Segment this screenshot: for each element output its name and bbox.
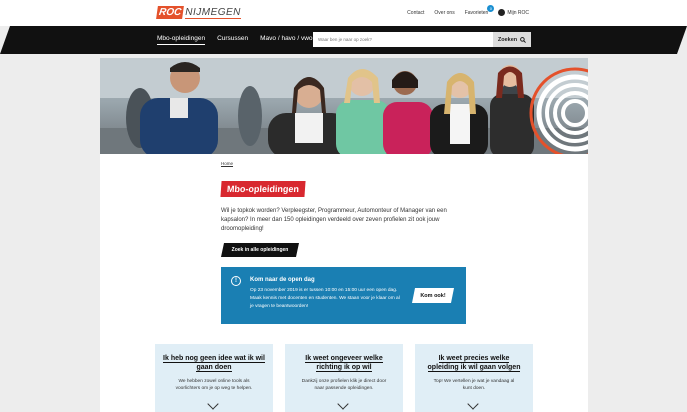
search-all-programs-button[interactable]: Zoek in alle opleidingen xyxy=(221,243,299,257)
choice-cards: Ik heb nog geen idee wat ik wil gaan doe… xyxy=(155,344,533,412)
search-icon xyxy=(520,36,527,43)
choice-card-know-exactly[interactable]: Ik weet precies welke opleiding ik wil g… xyxy=(415,344,533,412)
favorites-count-badge: 0 xyxy=(487,4,495,12)
card-text: Top! We vertellen je wat je vandaag al k… xyxy=(433,379,515,391)
open-day-title: Kom naar de open dag xyxy=(250,277,315,283)
hero-image xyxy=(100,58,588,154)
nav-item-mbo-opleidingen[interactable]: Mbo-opleidingen xyxy=(157,35,206,45)
roc-nijmegen-logo[interactable]: ROC NIJMEGEN xyxy=(156,6,241,19)
open-day-text: Op 23 november 2019 is er tussen 10:00 e… xyxy=(250,288,400,309)
logo-mark: ROC xyxy=(156,6,185,19)
page-title: Mbo-opleidingen xyxy=(220,181,306,197)
favorites-label: Favorieten xyxy=(464,9,489,16)
top-links: Contact Over ons Favorieten 0 Mijn ROC xyxy=(407,4,529,16)
info-icon: ! xyxy=(231,276,241,286)
content-panel: Home Mbo-opleidingen Wil je topkok worde… xyxy=(100,58,588,412)
nav-items: Mbo-opleidingen Cursussen Mavo / havo / … xyxy=(157,35,313,45)
card-title-text: Ik weet ongeveer welke richting ik op wi… xyxy=(305,355,383,372)
nav-item-cursussen[interactable]: Cursussen xyxy=(217,35,248,45)
contact-link[interactable]: Contact xyxy=(407,10,424,16)
open-day-banner: ! Kom naar de open dag Op 23 november 20… xyxy=(221,267,466,324)
favorites-link[interactable]: Favorieten 0 xyxy=(464,4,495,16)
logo-name: NIJMEGEN xyxy=(185,6,241,19)
nav-left-edge xyxy=(0,26,10,54)
search-bar: Zoeken xyxy=(313,32,531,47)
account-label: Mijn ROC xyxy=(507,9,529,16)
chevron-down-icon xyxy=(207,398,219,410)
choice-card-no-idea[interactable]: Ik heb nog geen idee wat ik wil gaan doe… xyxy=(155,344,273,412)
card-title-text: Ik weet precies welke opleiding ik wil g… xyxy=(427,355,521,372)
about-link[interactable]: Over ons xyxy=(434,10,454,16)
card-title: Ik heb nog geen idee wat ik wil gaan doe… xyxy=(155,354,273,372)
card-title: Ik weet ongeveer welke richting ik op wi… xyxy=(285,354,403,372)
breadcrumb-home[interactable]: Home xyxy=(221,161,233,166)
search-button[interactable]: Zoeken xyxy=(493,32,531,47)
top-bar: ROC NIJMEGEN Contact Over ons Favorieten… xyxy=(0,0,687,26)
search-button-label: Zoeken xyxy=(497,36,518,43)
intro-text: Wil je topkok worden? Verpleegster, Prog… xyxy=(221,208,447,232)
choice-card-some-idea[interactable]: Ik weet ongeveer welke richting ik op wi… xyxy=(285,344,403,412)
hero-students-illustration xyxy=(100,58,588,154)
chevron-down-icon xyxy=(337,398,349,410)
chevron-down-icon xyxy=(467,398,479,410)
card-text: We hebben zowel online tools als voorlic… xyxy=(175,379,253,391)
card-text: Dankzij onze profielen klik je direct do… xyxy=(301,379,387,391)
open-day-button[interactable]: Kom ook! xyxy=(412,288,454,303)
nav-right-edge xyxy=(677,26,687,54)
card-title-text: Ik heb nog geen idee wat ik wil gaan doe… xyxy=(163,355,265,372)
main-navigation: Mbo-opleidingen Cursussen Mavo / havo / … xyxy=(0,26,687,54)
search-input[interactable] xyxy=(313,32,493,47)
nav-item-mavo-havo-vwo[interactable]: Mavo / havo / vwo xyxy=(260,35,312,45)
account-link[interactable]: Mijn ROC xyxy=(498,9,529,16)
user-icon xyxy=(498,9,506,16)
card-title: Ik weet precies welke opleiding ik wil g… xyxy=(415,354,533,372)
